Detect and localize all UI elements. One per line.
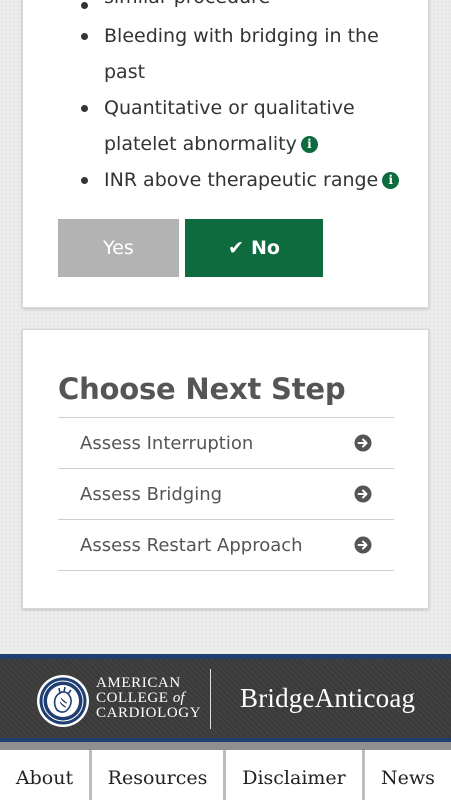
next-step-label: Assess Bridging	[80, 483, 223, 505]
criteria-item: Quantitative or qualitative platelet abn…	[78, 90, 418, 162]
site-footer: AMERICAN COLLEGE of CARDIOLOGY BridgeAnt…	[0, 654, 451, 800]
org-line-2: COLLEGE of	[96, 690, 185, 706]
info-icon[interactable]: i	[300, 136, 318, 153]
next-step-label: Assess Interruption	[80, 432, 254, 454]
brand-divider	[210, 669, 211, 729]
criteria-item-text: similar procedure	[104, 0, 270, 8]
criteria-item: Bleeding with bridging in the past	[78, 18, 418, 90]
next-step-label: Assess Restart Approach	[80, 534, 303, 556]
acc-seal-logo[interactable]	[36, 674, 90, 728]
check-icon: ✔	[228, 237, 244, 259]
criteria-item-text: Bleeding with bridging in the past	[104, 25, 379, 83]
org-line-3: CARDIOLOGY	[96, 705, 202, 721]
no-button[interactable]: ✔ No	[185, 219, 323, 277]
product-name: BridgeAnticoag	[240, 683, 416, 713]
criteria-item-text: INR above therapeutic range	[104, 169, 379, 191]
arrow-circle-right-icon	[354, 434, 372, 452]
yes-button[interactable]: Yes	[58, 219, 179, 277]
criteria-card: similar procedure Bleeding with bridging…	[22, 0, 429, 308]
nav-strip	[0, 742, 451, 750]
info-icon[interactable]: i	[382, 172, 400, 189]
no-button-label: No	[250, 237, 280, 259]
org-line-1: AMERICAN	[96, 675, 181, 691]
nav-item-about[interactable]: About	[0, 750, 89, 800]
criteria-list: similar procedure Bleeding with bridging…	[78, 0, 418, 198]
next-step-card: Choose Next Step Assess Interruption Ass…	[22, 329, 429, 609]
nav-item-resources[interactable]: Resources	[92, 750, 223, 800]
acc-wordmark: AMERICAN COLLEGE of CARDIOLOGY	[96, 676, 201, 721]
next-step-assess-interruption[interactable]: Assess Interruption	[58, 418, 394, 469]
nav-item-disclaimer[interactable]: Disclaimer	[226, 750, 362, 800]
footer-nav: About Resources Disclaimer News	[0, 750, 451, 800]
next-step-list: Assess Interruption Assess Bridging Asse…	[58, 417, 394, 571]
arrow-circle-right-icon	[354, 485, 372, 503]
next-step-title: Choose Next Step	[58, 372, 346, 406]
brand-bar: AMERICAN COLLEGE of CARDIOLOGY BridgeAnt…	[0, 659, 451, 737]
yes-button-label: Yes	[103, 237, 134, 259]
next-step-assess-bridging[interactable]: Assess Bridging	[58, 469, 394, 520]
nav-item-news[interactable]: News	[365, 750, 451, 800]
criteria-item: similar procedure	[78, 0, 418, 9]
criteria-item: INR above therapeutic range i	[78, 162, 418, 198]
arrow-circle-right-icon	[354, 536, 372, 554]
next-step-assess-restart[interactable]: Assess Restart Approach	[58, 520, 394, 571]
